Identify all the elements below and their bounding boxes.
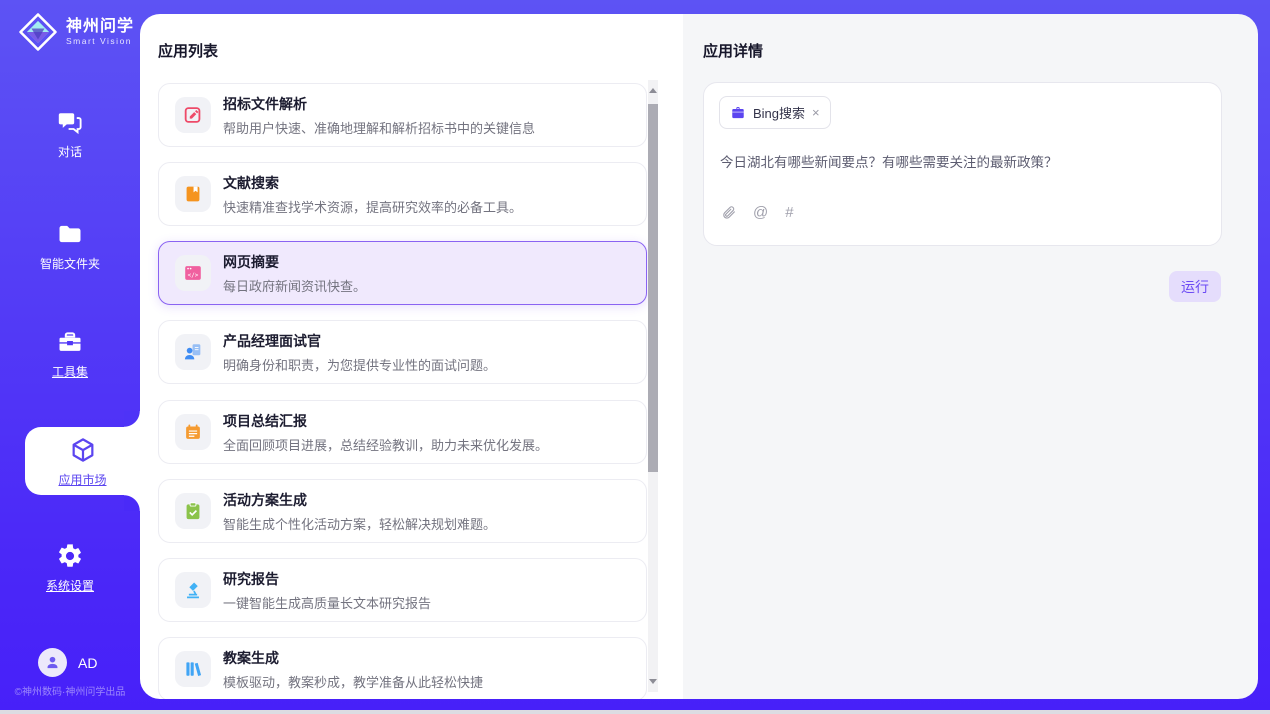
app-card-7[interactable]: 研究报告一键智能生成高质量长文本研究报告 <box>158 558 647 622</box>
app-card-1[interactable]: 招标文件解析帮助用户快速、准确地理解和解析招标书中的关键信息 <box>158 83 647 147</box>
app-card-4[interactable]: 产品经理面试官明确身份和职责，为您提供专业性的面试问题。 <box>158 320 647 384</box>
tag-close-icon[interactable]: × <box>812 106 820 119</box>
interviewer-icon <box>175 334 211 370</box>
app-card-description: 智能生成个性化活动方案，轻松解决规划难题。 <box>223 514 496 533</box>
app-card-title: 招标文件解析 <box>223 94 535 114</box>
query-input-card: Bing搜索 × 今日湖北有哪些新闻要点？有哪些需要关注的最新政策？ @# <box>703 82 1222 246</box>
clipboard-check-icon <box>175 493 211 529</box>
books-icon <box>175 651 211 687</box>
tool-tag-bing-search[interactable]: Bing搜索 × <box>719 96 831 129</box>
gear-icon <box>56 542 84 570</box>
person-icon <box>44 654 61 671</box>
scroll-down-icon[interactable] <box>649 679 657 684</box>
user-initials: AD <box>78 655 97 671</box>
avatar <box>38 648 67 677</box>
webpage-icon: </> <box>175 255 211 291</box>
sidebar-item-label: 工具集 <box>52 363 88 380</box>
sidebar-item-settings[interactable]: 系统设置 <box>0 534 140 594</box>
chat-icon <box>56 108 84 136</box>
sidebar-item-label: 应用市场 <box>58 471 106 488</box>
app-card-description: 明确身份和职责，为您提供专业性的面试问题。 <box>223 355 496 374</box>
app-card-title: 网页摘要 <box>223 252 366 272</box>
app-card-5[interactable]: 项目总结汇报全面回顾项目进展，总结经验教训，助力未来优化发展。 <box>158 400 647 464</box>
hash-icon[interactable]: # <box>785 204 793 221</box>
app-card-title: 文献搜索 <box>223 173 522 193</box>
tool-tag-label: Bing搜索 <box>753 103 805 122</box>
app-card-description: 快速精准查找学术资源，提高研究效率的必备工具。 <box>223 197 522 216</box>
attachment-toolbar: @# <box>721 204 794 221</box>
app-card-list: 招标文件解析帮助用户快速、准确地理解和解析招标书中的关键信息文献搜索快速精准查找… <box>140 14 683 699</box>
app-card-description: 全面回顾项目进展，总结经验教训，助力未来优化发展。 <box>223 435 548 454</box>
sidebar-item-chat[interactable]: 对话 <box>0 100 140 160</box>
toolbox-icon <box>56 328 84 356</box>
app-card-title: 研究报告 <box>223 569 431 589</box>
app-list-panel: 应用列表 招标文件解析帮助用户快速、准确地理解和解析招标书中的关键信息文献搜索快… <box>140 14 683 699</box>
app-card-description: 帮助用户快速、准确地理解和解析招标书中的关键信息 <box>223 118 535 137</box>
app-card-8[interactable]: 教案生成模板驱动，教案秒成，教学准备从此轻松快捷 <box>158 637 647 699</box>
app-card-6[interactable]: 活动方案生成智能生成个性化活动方案，轻松解决规划难题。 <box>158 479 647 543</box>
sidebar-item-label: 对话 <box>58 143 82 160</box>
logo-subtitle: Smart Vision <box>66 36 134 46</box>
app-logo: 神州问学 Smart Vision <box>18 12 134 52</box>
scrollbar[interactable] <box>648 80 658 692</box>
logo-title: 神州问学 <box>66 18 134 36</box>
query-text[interactable]: 今日湖北有哪些新闻要点？有哪些需要关注的最新政策？ <box>720 151 1205 171</box>
cube-icon <box>69 436 97 464</box>
app-card-2[interactable]: 文献搜索快速精准查找学术资源，提高研究效率的必备工具。 <box>158 162 647 226</box>
app-card-title: 产品经理面试官 <box>223 331 496 351</box>
folder-icon <box>56 220 84 248</box>
briefcase-icon <box>730 105 746 121</box>
app-card-3[interactable]: </> 网页摘要每日政府新闻资讯快查。 <box>158 241 647 305</box>
logo-gem-icon <box>18 12 58 52</box>
sidebar-item-toolset[interactable]: 工具集 <box>0 320 140 380</box>
app-detail-panel: 应用详情 Bing搜索 × 今日湖北有哪些新闻要点？有哪些需要关注的最新政策？ … <box>683 14 1258 699</box>
sidebar-item-label: 系统设置 <box>46 577 94 594</box>
sidebar-item-label: 智能文件夹 <box>40 255 100 272</box>
scroll-up-icon[interactable] <box>649 88 657 93</box>
svg-text:</>: </> <box>188 272 199 279</box>
app-card-title: 教案生成 <box>223 648 483 668</box>
sidebar: 神州问学 Smart Vision 对话智能文件夹工具集应用市场系统设置 AD … <box>0 0 140 710</box>
sidebar-item-app-market[interactable]: 应用市场 <box>25 427 140 495</box>
app-card-title: 项目总结汇报 <box>223 411 548 431</box>
app-window: 神州问学 Smart Vision 对话智能文件夹工具集应用市场系统设置 AD … <box>0 0 1270 714</box>
edit-doc-icon <box>175 97 211 133</box>
app-card-title: 活动方案生成 <box>223 490 496 510</box>
app-detail-title: 应用详情 <box>703 40 763 61</box>
run-button[interactable]: 运行 <box>1169 271 1221 302</box>
app-card-description: 每日政府新闻资讯快查。 <box>223 276 366 295</box>
user-account[interactable]: AD <box>38 648 97 677</box>
book-icon <box>175 176 211 212</box>
microscope-icon <box>175 572 211 608</box>
app-card-description: 一键智能生成高质量长文本研究报告 <box>223 593 431 612</box>
scrollbar-thumb[interactable] <box>648 104 658 472</box>
window-bottom-edge <box>0 710 1270 714</box>
at-icon[interactable]: @ <box>753 204 768 221</box>
summary-icon <box>175 414 211 450</box>
app-card-description: 模板驱动，教案秒成，教学准备从此轻松快捷 <box>223 672 483 691</box>
paperclip-icon[interactable] <box>721 205 736 220</box>
copyright-text: ©神州数码·神州问学出品 <box>0 683 140 698</box>
sidebar-item-smart-folders[interactable]: 智能文件夹 <box>0 212 140 272</box>
